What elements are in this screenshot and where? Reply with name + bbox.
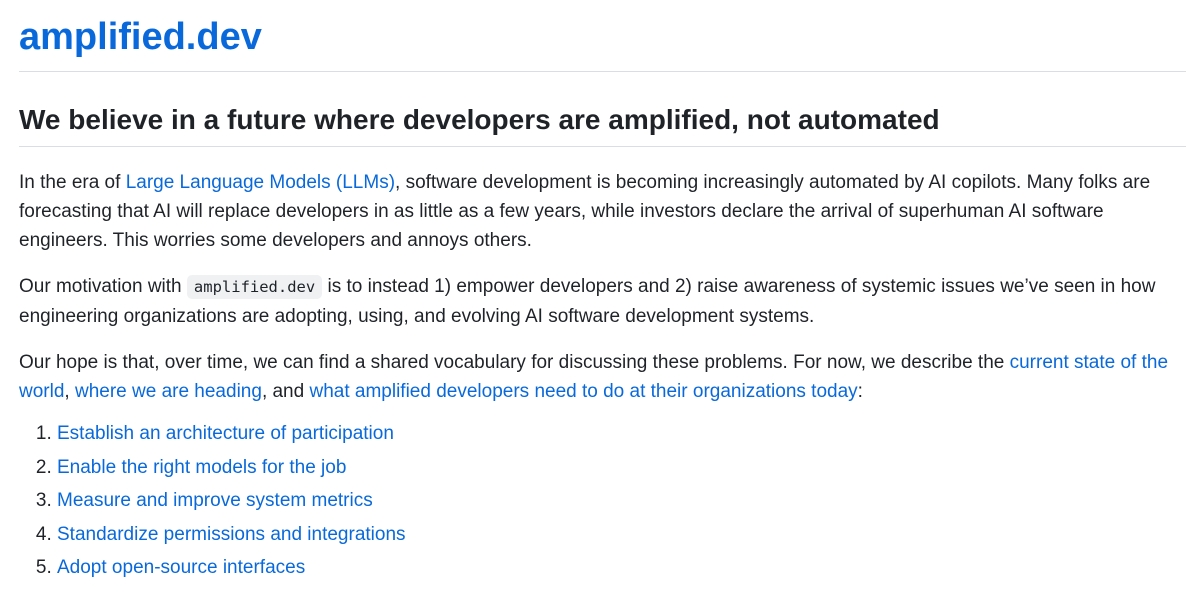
principle-link-3[interactable]: Measure and improve system metrics — [57, 490, 373, 511]
site-title-link[interactable]: amplified.dev — [19, 16, 262, 58]
list-item: Adopt open-source interfaces — [57, 556, 1186, 580]
page: amplified.dev We believe in a future whe… — [0, 0, 1200, 607]
site-title: amplified.dev — [19, 0, 1186, 58]
list-item: Establish an architecture of participati… — [57, 422, 1186, 446]
motivation-text-start: Our motivation with — [19, 276, 187, 297]
list-item: Measure and improve system metrics — [57, 489, 1186, 513]
principle-link-5[interactable]: Adopt open-source interfaces — [57, 557, 305, 578]
motivation-paragraph: Our motivation with amplified.dev is to … — [19, 272, 1184, 331]
hope-paragraph: Our hope is that, over time, we can find… — [19, 348, 1184, 406]
hope-text-1: Our hope is that, over time, we can find… — [19, 352, 1010, 373]
hope-text-2: , — [64, 381, 75, 402]
intro-paragraph: In the era of Large Language Models (LLM… — [19, 168, 1184, 255]
headline-divider — [19, 146, 1186, 147]
intro-text-start: In the era of — [19, 172, 126, 193]
list-item: Standardize permissions and integrations — [57, 523, 1186, 547]
hope-text-4: : — [857, 381, 863, 402]
principles-list: Establish an architecture of participati… — [19, 422, 1186, 580]
page-headline: We believe in a future where developers … — [19, 104, 940, 135]
llm-link[interactable]: Large Language Models (LLMs) — [126, 172, 395, 193]
inline-code-domain: amplified.dev — [186, 275, 323, 299]
what-to-do-link[interactable]: what amplified developers need to do at … — [309, 381, 857, 402]
where-heading-link[interactable]: where we are heading — [75, 381, 262, 402]
principle-link-2[interactable]: Enable the right models for the job — [57, 457, 346, 478]
hope-text-3: , and — [261, 381, 310, 402]
principle-link-4[interactable]: Standardize permissions and integrations — [57, 524, 406, 545]
principle-link-1[interactable]: Establish an architecture of participati… — [57, 423, 394, 444]
list-item: Enable the right models for the job — [57, 456, 1186, 480]
